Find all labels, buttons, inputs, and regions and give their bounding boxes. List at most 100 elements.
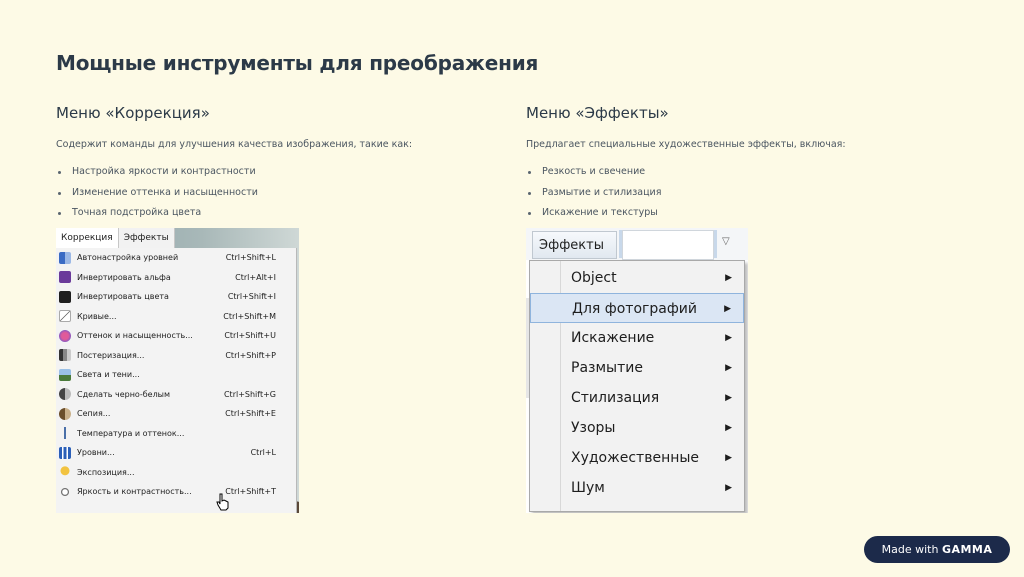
menu-item-auto-levels[interactable]: Автонастройка уровней Ctrl+Shift+L — [56, 248, 296, 268]
submenu-arrow-icon: ▶ — [725, 423, 732, 433]
correction-bullets: Настройка яркости и контрастности Измене… — [56, 162, 476, 224]
effects-bullets: Резкость и свечение Размытие и стилизаци… — [526, 162, 946, 224]
exposure-icon — [59, 466, 71, 479]
menu-item-shadows-highlights[interactable]: Света и тени... — [56, 365, 296, 385]
menu-item-patterns[interactable]: Узоры ▶ — [530, 413, 744, 443]
menu-item-levels[interactable]: Уровни... Ctrl+L — [56, 443, 296, 463]
menu-item-exposure[interactable]: Экспозиция... — [56, 463, 296, 483]
menu-item-posterize[interactable]: Постеризация... Ctrl+Shift+P — [56, 346, 296, 366]
menu-item-label: Сепия... — [77, 409, 111, 419]
menu-item-label: Искажение — [571, 330, 655, 346]
menu-item-distort[interactable]: Искажение ▶ — [530, 323, 744, 353]
menu-item-stylize[interactable]: Стилизация ▶ — [530, 383, 744, 413]
correction-menu-screenshot: Коррекция Эффекты Автонастройка уровней … — [56, 228, 299, 513]
menu-item-shortcut: Ctrl+Shift+G — [223, 389, 276, 399]
menu-item-object[interactable]: Object ▶ — [530, 263, 744, 293]
posterize-icon — [59, 349, 71, 362]
menu-item-temperature[interactable]: Температура и оттенок... — [56, 424, 296, 444]
menu-item-black-white[interactable]: Сделать черно-белым Ctrl+Shift+G — [56, 385, 296, 405]
slide-title: Мощные инструменты для преображения — [56, 51, 539, 75]
menu-item-label: Оттенок и насыщенность... — [77, 331, 193, 341]
thermometer-icon — [59, 427, 71, 440]
sepia-icon — [59, 407, 71, 420]
menu-item-label: Object — [571, 270, 617, 286]
tab-effects[interactable]: Эффекты — [119, 228, 175, 248]
menu-item-label: Художественные — [571, 450, 700, 466]
bullet-item: Резкость и свечение — [526, 162, 946, 183]
black-white-icon — [59, 388, 71, 401]
menu-item-label: Постеризация... — [77, 350, 145, 360]
correction-description: Содержит команды для улучшения качества … — [56, 139, 413, 150]
menu-item-shortcut: Ctrl+Shift+L — [225, 253, 276, 263]
shadows-highlights-icon — [59, 368, 71, 381]
menu-item-shortcut: Ctrl+Shift+U — [224, 331, 276, 341]
bullet-item: Изменение оттенка и насыщенности — [56, 183, 476, 204]
menu-item-label: Уровни... — [77, 448, 115, 458]
effects-description: Предлагает специальные художественные эф… — [526, 139, 846, 150]
menu-item-invert-alpha[interactable]: Инвертировать альфа Ctrl+Alt+I — [56, 268, 296, 288]
menu-item-shortcut: Ctrl+Shift+P — [225, 350, 276, 360]
menu-tabs: Коррекция Эффекты — [56, 228, 175, 249]
bullet-item: Точная подстройка цвета — [56, 203, 476, 224]
levels-icon — [59, 251, 71, 264]
effects-menu-screenshot: Эффекты ▽ Object ▶ Для фотографий ▶ Иска… — [526, 228, 748, 513]
menu-item-invert-colors[interactable]: Инвертировать цвета Ctrl+Shift+I — [56, 287, 296, 307]
menu-item-label: Света и тени... — [77, 370, 140, 380]
correction-section: Меню «Коррекция» Содержит команды для ул… — [56, 104, 476, 224]
menu-item-label: Шум — [571, 480, 605, 496]
menu-item-label: Стилизация — [571, 390, 660, 406]
submenu-arrow-icon: ▶ — [725, 393, 732, 403]
menu-item-label: Инвертировать цвета — [77, 292, 169, 302]
hand-cursor-icon — [216, 493, 229, 511]
menu-item-noise[interactable]: Шум ▶ — [530, 473, 744, 503]
menu-item-shortcut: Ctrl+Shift+I — [227, 292, 276, 302]
menu-item-shortcut: Ctrl+Alt+I — [235, 272, 276, 282]
submenu-arrow-icon: ▶ — [725, 363, 732, 373]
menu-item-shortcut: Ctrl+Shift+E — [225, 409, 276, 419]
effects-section: Меню «Эффекты» Предлагает специальные ху… — [526, 104, 946, 224]
bullet-item: Искажение и текстуры — [526, 203, 946, 224]
menu-item-hue-saturation[interactable]: Оттенок и насыщенность... Ctrl+Shift+U — [56, 326, 296, 346]
menu-item-label: Температура и оттенок... — [77, 428, 185, 438]
menu-item-brightness-contrast[interactable]: Яркость и контрастность... Ctrl+Shift+T — [56, 482, 296, 502]
menu-item-label: Автонастройка уровней — [77, 253, 179, 263]
badge-prefix: Made with — [881, 543, 939, 556]
bullet-item: Размытие и стилизация — [526, 183, 946, 204]
correction-heading: Меню «Коррекция» — [56, 104, 210, 122]
menu-item-shortcut: Ctrl+L — [250, 448, 276, 458]
effects-heading: Меню «Эффекты» — [526, 104, 669, 122]
bullet-item: Настройка яркости и контрастности — [56, 162, 476, 183]
menu-item-label: Кривые... — [77, 311, 117, 321]
tab-correction[interactable]: Коррекция — [56, 228, 119, 248]
menu-item-label: Экспозиция... — [77, 467, 135, 477]
menu-item-curves[interactable]: Кривые... Ctrl+Shift+M — [56, 307, 296, 327]
brightness-icon — [59, 485, 71, 498]
curves-icon — [59, 310, 71, 323]
submenu-arrow-icon: ▶ — [724, 304, 731, 314]
effects-dropdown: Object ▶ Для фотографий ▶ Искажение ▶ Ра… — [529, 260, 745, 512]
made-with-gamma-badge[interactable]: Made with GAMMA — [864, 536, 1010, 563]
submenu-arrow-icon: ▶ — [725, 483, 732, 493]
menu-item-label: Яркость и контрастность... — [77, 487, 192, 497]
toolbar-divider — [714, 230, 717, 258]
levels-bars-icon — [59, 446, 71, 459]
invert-alpha-icon — [59, 271, 71, 284]
menu-item-blur[interactable]: Размытие ▶ — [530, 353, 744, 383]
menu-item-sepia[interactable]: Сепия... Ctrl+Shift+E — [56, 404, 296, 424]
menu-item-photo[interactable]: Для фотографий ▶ — [530, 293, 744, 323]
toolbar-field[interactable] — [622, 230, 714, 260]
effects-toolbar: Эффекты ▽ — [526, 228, 748, 260]
submenu-arrow-icon: ▶ — [725, 453, 732, 463]
menu-item-label: Узоры — [571, 420, 616, 436]
menu-item-label: Размытие — [571, 360, 643, 376]
gamma-logo: GAMMA — [941, 543, 993, 556]
correction-dropdown: Автонастройка уровней Ctrl+Shift+L Инвер… — [56, 248, 297, 513]
menu-item-artistic[interactable]: Художественные ▶ — [530, 443, 744, 473]
submenu-arrow-icon: ▶ — [725, 333, 732, 343]
menu-item-shortcut: Ctrl+Shift+M — [223, 311, 276, 321]
submenu-arrow-icon: ▶ — [725, 273, 732, 283]
hue-saturation-icon — [59, 329, 71, 342]
chevron-down-icon[interactable]: ▽ — [722, 236, 730, 247]
menu-item-label: Инвертировать альфа — [77, 272, 171, 282]
effects-menu-button[interactable]: Эффекты — [532, 231, 617, 259]
